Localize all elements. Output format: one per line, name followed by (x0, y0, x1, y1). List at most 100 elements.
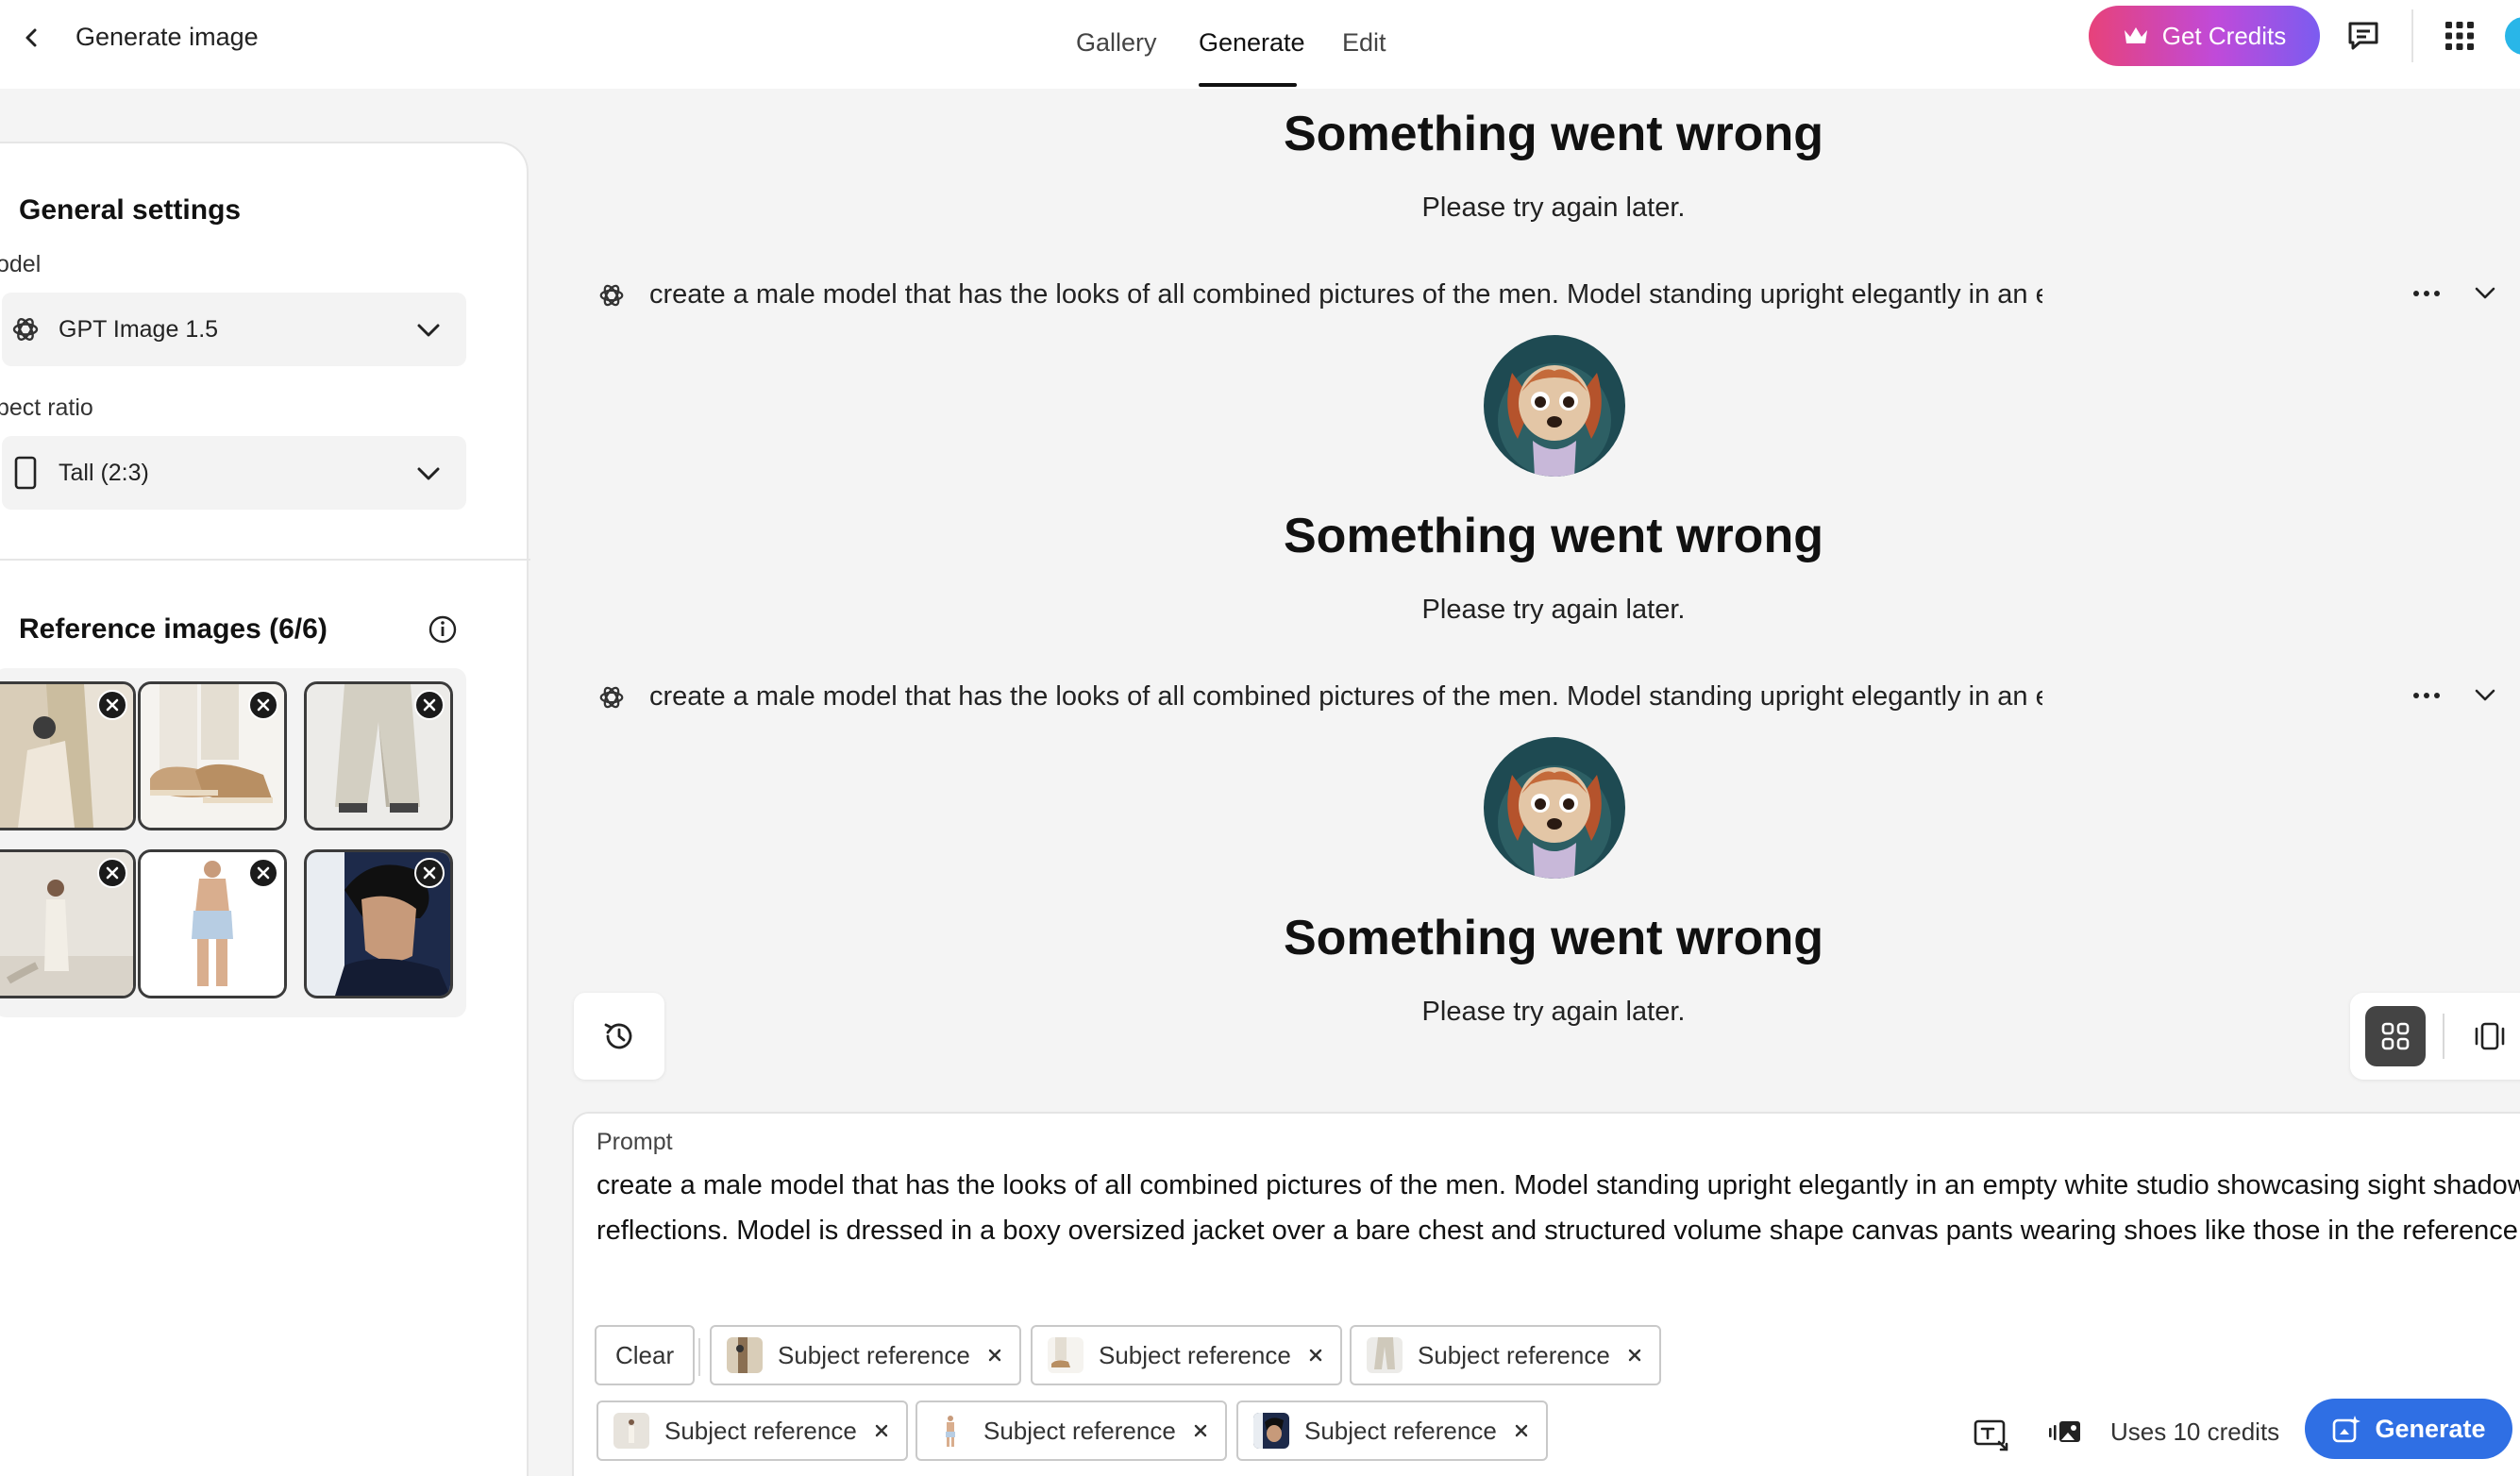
chevron-down-icon (413, 315, 444, 345)
prompt-history-text: create a male model that has the looks o… (649, 279, 2042, 310)
remove-reference-button[interactable] (248, 858, 278, 888)
prompt-label: Prompt (596, 1129, 673, 1155)
aspect-ratio-label: pect ratio (0, 394, 93, 421)
chip-thumbnail (932, 1413, 968, 1449)
chip-label: Subject reference (983, 1416, 1176, 1445)
chip-thumbnail (1367, 1337, 1403, 1373)
error-subtitle: Please try again later. (1421, 595, 1686, 625)
expand-button[interactable] (2469, 679, 2501, 712)
credits-cost: Uses 10 credits (2110, 1417, 2280, 1446)
aspect-ratio-value: Tall (2:3) (59, 459, 149, 486)
get-credits-label: Get Credits (2161, 21, 2287, 50)
chevron-down-icon (2475, 689, 2495, 701)
error-subtitle: Please try again later. (1421, 193, 1686, 223)
chip-label: Subject reference (1418, 1340, 1610, 1369)
app-grid-icon (2445, 22, 2474, 50)
ellipsis-icon (2413, 693, 2440, 698)
remove-chip-button[interactable] (1304, 1344, 1327, 1367)
chip-label: Subject reference (1304, 1416, 1497, 1445)
tab-gallery[interactable]: Gallery (1076, 28, 1157, 58)
avatar[interactable] (2505, 17, 2520, 55)
toolbar-divider (2411, 9, 2413, 62)
chip-thumbnail (1253, 1413, 1289, 1449)
error-mascot-image (1484, 335, 1625, 477)
chip-label: Subject reference (664, 1416, 857, 1445)
text-to-image-settings-button[interactable] (1971, 1414, 2012, 1455)
close-icon (1194, 1424, 1206, 1437)
history-button[interactable] (574, 993, 664, 1080)
error-title: Something went wrong (1284, 509, 1823, 563)
image-stack-icon (2049, 1421, 2080, 1442)
subject-reference-chip[interactable]: Subject reference (1236, 1401, 1548, 1461)
feedback-button[interactable] (2343, 15, 2384, 57)
panel-divider (0, 559, 530, 561)
grid-view-button[interactable] (2365, 1006, 2426, 1066)
remove-reference-button[interactable] (97, 858, 127, 888)
subject-reference-chip[interactable]: Subject reference (1031, 1325, 1342, 1385)
crown-icon (2124, 27, 2147, 43)
remove-chip-button[interactable] (983, 1344, 1006, 1367)
apps-menu-button[interactable] (2439, 15, 2480, 57)
remove-chip-button[interactable] (1510, 1419, 1533, 1442)
tab-edit[interactable]: Edit (1342, 28, 1386, 58)
error-title: Something went wrong (1284, 107, 1823, 161)
single-view-button[interactable] (2460, 1006, 2520, 1066)
clear-button[interactable]: Clear (595, 1325, 696, 1385)
model-value: GPT Image 1.5 (59, 315, 219, 343)
more-options-button[interactable] (2411, 277, 2443, 310)
subject-reference-chip[interactable]: Subject reference (916, 1401, 1227, 1461)
reference-thumbnail[interactable] (304, 849, 453, 998)
reference-images-grid (0, 668, 466, 1017)
subject-reference-chip[interactable]: Subject reference (710, 1325, 1021, 1385)
prompt-history-row[interactable]: create a male model that has the looks o… (595, 272, 2495, 319)
generate-button[interactable]: Generate (2305, 1399, 2512, 1459)
history-icon (604, 1023, 632, 1049)
reference-thumbnail[interactable] (138, 849, 287, 998)
model-select[interactable]: GPT Image 1.5 (2, 293, 466, 366)
close-icon (423, 698, 436, 712)
chip-thumbnail (1048, 1337, 1084, 1373)
remove-chip-button[interactable] (870, 1419, 893, 1442)
subject-reference-chip[interactable]: Subject reference (1350, 1325, 1661, 1385)
portrait-frame-icon (9, 456, 42, 490)
image-text-icon (1974, 1419, 2008, 1451)
remove-chip-button[interactable] (1623, 1344, 1646, 1367)
back-button[interactable] (13, 19, 51, 57)
expand-button[interactable] (2469, 277, 2501, 310)
error-subtitle: Please try again later. (1421, 997, 1686, 1027)
remove-reference-button[interactable] (414, 690, 445, 720)
reference-thumbnail[interactable] (138, 681, 287, 830)
reference-thumbnail[interactable] (0, 849, 136, 998)
chevron-down-icon (2475, 287, 2495, 299)
close-icon (423, 866, 436, 880)
style-reference-button[interactable] (2044, 1412, 2086, 1453)
remove-reference-button[interactable] (414, 858, 445, 888)
openai-icon (596, 280, 627, 310)
carousel-view-icon (2475, 1022, 2505, 1050)
info-button[interactable] (427, 613, 459, 646)
view-toggle-divider (2443, 1014, 2444, 1059)
remove-chip-button[interactable] (1189, 1419, 1212, 1442)
prompt-history-row[interactable]: create a male model that has the looks o… (595, 674, 2495, 721)
subject-reference-chip[interactable]: Subject reference (596, 1401, 908, 1461)
chip-label: Subject reference (1099, 1340, 1291, 1369)
tab-generate[interactable]: Generate (1199, 28, 1305, 58)
generate-sparkle-icon (2333, 1416, 2361, 1443)
ellipsis-icon (2413, 291, 2440, 296)
view-mode-toggle (2350, 993, 2520, 1080)
grid-view-icon (2381, 1022, 2410, 1050)
aspect-ratio-select[interactable]: Tall (2:3) (2, 436, 466, 510)
chat-bubble-icon (2348, 22, 2378, 50)
remove-reference-button[interactable] (97, 690, 127, 720)
close-icon (1515, 1424, 1527, 1437)
reference-thumbnail[interactable] (0, 681, 136, 830)
active-tab-indicator (1199, 83, 1297, 87)
get-credits-button[interactable]: Get Credits (2089, 6, 2320, 66)
general-settings-heading: General settings (19, 194, 242, 226)
reference-thumbnail[interactable] (304, 681, 453, 830)
remove-reference-button[interactable] (248, 690, 278, 720)
prompt-history-text: create a male model that has the looks o… (649, 681, 2042, 712)
more-options-button[interactable] (2411, 679, 2443, 712)
close-icon (1309, 1349, 1321, 1362)
prompt-input[interactable]: create a male model that has the looks o… (596, 1163, 2520, 1253)
